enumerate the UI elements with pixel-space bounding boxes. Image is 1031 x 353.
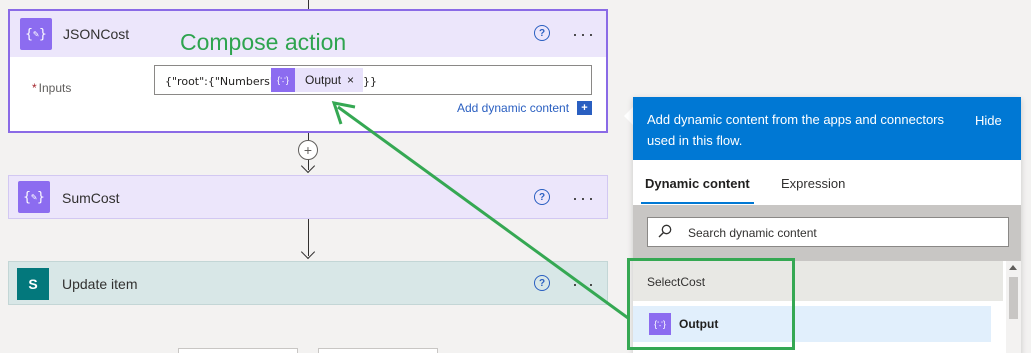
highlight-box xyxy=(627,258,795,350)
sharepoint-icon: S xyxy=(17,268,49,300)
input-prefix-text: {"root":{"Numbers": xyxy=(165,75,279,88)
output-token[interactable]: {∵} Output × xyxy=(271,68,363,92)
json-cost-title[interactable]: JSONCost xyxy=(63,26,129,42)
scroll-thumb[interactable] xyxy=(1009,277,1018,319)
tab-expression[interactable]: Expression xyxy=(781,176,845,191)
inputs-label-text: Inputs xyxy=(38,81,72,95)
help-icon[interactable]: ? xyxy=(534,25,550,41)
update-item-card[interactable]: S Update item ? ··· xyxy=(8,261,608,305)
search-input[interactable]: Search dynamic content xyxy=(647,217,1009,247)
connector-line-top xyxy=(308,0,309,9)
bottom-button-partial[interactable] xyxy=(178,348,298,353)
search-area: Search dynamic content xyxy=(633,205,1021,261)
inputs-label: * Inputs xyxy=(32,81,71,95)
compose-icon: {∵} xyxy=(271,68,295,92)
hide-button[interactable]: Hide xyxy=(975,113,1002,128)
inputs-field[interactable]: {"root":{"Numbers": {∵} Output × }} xyxy=(154,65,592,95)
more-options-icon[interactable]: ··· xyxy=(572,25,596,43)
output-token-label: Output xyxy=(305,73,342,87)
bottom-button-partial[interactable] xyxy=(318,348,438,353)
help-icon[interactable]: ? xyxy=(534,275,550,291)
scroll-up-icon[interactable] xyxy=(1009,265,1017,270)
scrollbar[interactable] xyxy=(1006,261,1021,353)
dynamic-panel-header: Add dynamic content from the apps and co… xyxy=(633,97,1021,160)
input-suffix-text: }} xyxy=(363,75,377,88)
tab-dynamic-content[interactable]: Dynamic content xyxy=(641,176,754,204)
more-options-icon[interactable]: ··· xyxy=(572,275,596,293)
dynamic-panel-header-text: Add dynamic content from the apps and co… xyxy=(647,112,945,148)
insert-step-button[interactable]: + xyxy=(298,140,318,160)
json-cost-card[interactable]: {✎} JSONCost ? ··· Compose action * Input… xyxy=(8,9,608,133)
compose-icon: {✎} xyxy=(18,181,50,213)
sum-cost-card[interactable]: {✎} SumCost ? ··· xyxy=(8,175,608,219)
search-placeholder: Search dynamic content xyxy=(688,226,817,240)
compose-action-annotation: Compose action xyxy=(180,29,347,55)
required-mark: * xyxy=(32,81,37,95)
compose-icon: {✎} xyxy=(20,18,52,50)
connector-arrowhead xyxy=(300,158,316,174)
close-icon[interactable]: × xyxy=(347,73,354,87)
sum-cost-title[interactable]: SumCost xyxy=(62,190,120,206)
add-dynamic-content-button[interactable]: + xyxy=(577,101,592,115)
help-icon[interactable]: ? xyxy=(534,189,550,205)
more-options-icon[interactable]: ··· xyxy=(572,189,596,207)
add-dynamic-content-link[interactable]: Add dynamic content xyxy=(457,101,569,115)
connector-arrowhead xyxy=(300,244,316,260)
update-item-title[interactable]: Update item xyxy=(62,276,137,292)
search-icon xyxy=(658,224,672,238)
